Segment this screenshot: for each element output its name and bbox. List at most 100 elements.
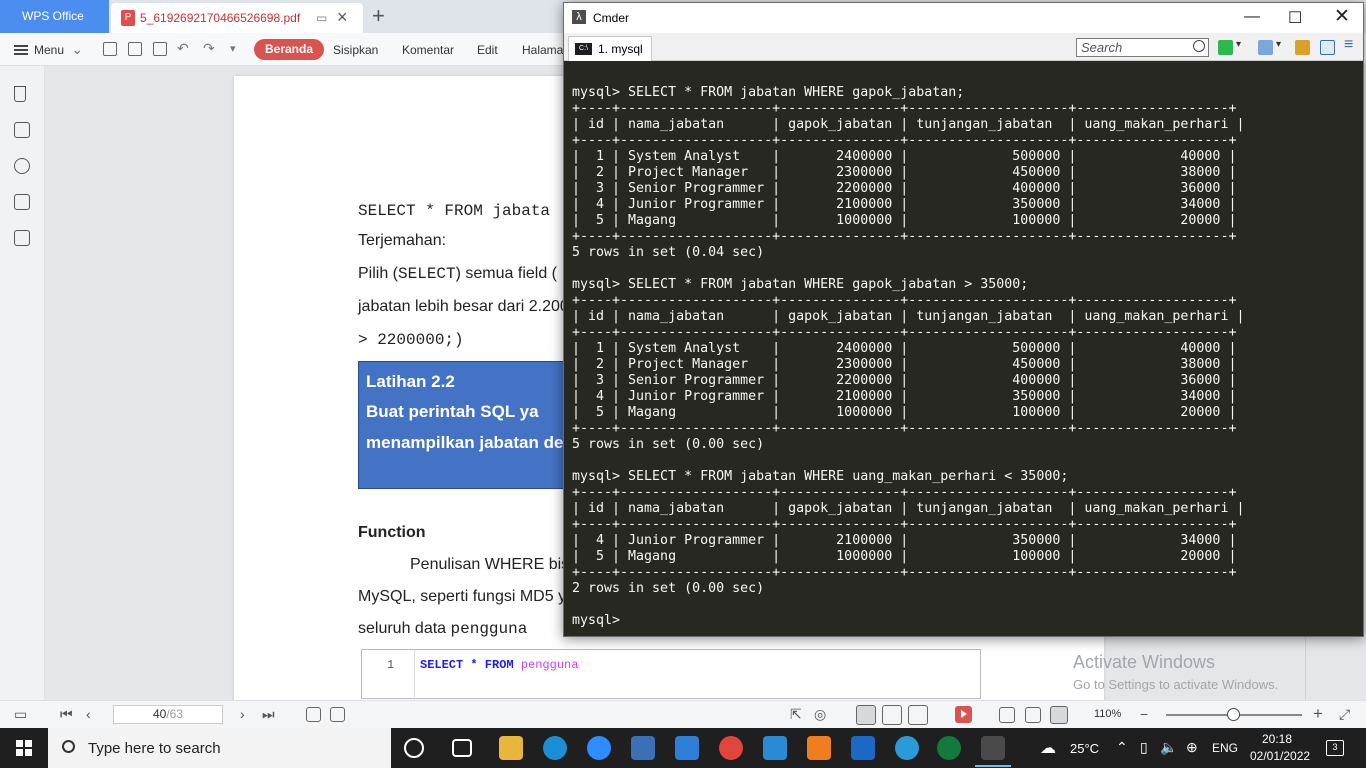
tab-sisipkan[interactable]: Sisipkan <box>333 43 378 57</box>
zoom-app-icon[interactable] <box>587 736 611 760</box>
cmder-search-input[interactable]: Search <box>1076 38 1209 57</box>
page-number-input[interactable]: 40/63 <box>113 705 223 724</box>
new-tab-icon[interactable]: + <box>372 3 385 29</box>
cortana-icon[interactable] <box>404 738 424 758</box>
messenger-icon[interactable] <box>895 736 919 760</box>
battery-icon[interactable]: ▯ <box>1140 739 1148 756</box>
tab-komentar[interactable]: Komentar <box>402 43 454 57</box>
next-page-icon[interactable]: › <box>240 706 245 722</box>
close-button[interactable]: ✕ <box>1334 5 1350 28</box>
zoom-out-icon[interactable]: − <box>1140 706 1148 722</box>
wps-home-tab[interactable]: WPS Office <box>0 0 109 33</box>
thumbnail-icon[interactable] <box>14 122 30 138</box>
terminal-output[interactable]: mysql> SELECT * FROM jabatan WHERE gapok… <box>564 62 1363 636</box>
minimize-button[interactable]: — <box>1244 8 1260 26</box>
attachment-icon[interactable] <box>14 158 30 174</box>
vscode-icon[interactable] <box>763 736 787 760</box>
pdf-document-tab[interactable]: P 5_6192692170466526698.pdf ▭ × <box>111 3 363 33</box>
cmder-menu-icon[interactable]: ≡ <box>1344 36 1353 54</box>
tab-beranda[interactable]: Beranda <box>254 39 325 60</box>
clock-date[interactable]: 02/01/2022 <box>1250 749 1310 763</box>
undo-icon[interactable]: ↶ <box>177 40 189 57</box>
first-page-icon[interactable]: ⏮ <box>60 706 73 723</box>
edge-icon[interactable] <box>543 736 567 760</box>
window-list-icon[interactable] <box>1258 40 1273 55</box>
tab-edit[interactable]: Edit <box>477 43 498 57</box>
save-icon[interactable] <box>128 42 142 56</box>
function-heading: Function <box>358 524 426 541</box>
fit-width-icon[interactable] <box>1050 706 1068 724</box>
latihan-line-1: Buat perintah SQL ya <box>366 402 539 421</box>
tab-mysql[interactable]: C:\ 1. mysql <box>568 36 652 61</box>
menu-label: Menu <box>34 43 65 57</box>
zoom-slider-handle[interactable] <box>1227 708 1240 721</box>
quick-access-dropdown-icon[interactable]: ▾ <box>230 42 236 55</box>
single-page-view-icon[interactable] <box>882 705 902 725</box>
show-hidden-icons-icon[interactable]: ⌃ <box>1116 739 1128 756</box>
search-icon[interactable] <box>1193 40 1205 52</box>
new-console-dropdown-icon[interactable]: ▾ <box>1236 39 1241 50</box>
chrome-icon[interactable] <box>719 736 743 760</box>
paragraph-line-3: seluruh data pengguna <box>358 620 527 638</box>
extract-icon[interactable] <box>14 230 30 246</box>
weather-temperature[interactable]: 25°C <box>1070 741 1099 756</box>
print-icon[interactable] <box>153 42 167 56</box>
open-folder-icon[interactable] <box>103 42 117 56</box>
zoom-in-icon[interactable]: + <box>1313 704 1323 724</box>
network-icon[interactable]: ⊕ <box>1186 739 1198 756</box>
two-page-view-icon[interactable] <box>908 705 928 725</box>
clock-time[interactable]: 20:18 <box>1262 732 1292 746</box>
signature-icon[interactable] <box>14 194 30 210</box>
microsoft-store-icon[interactable] <box>631 736 655 760</box>
play-slideshow-icon[interactable] <box>955 706 972 723</box>
lambda-icon: λ <box>572 10 586 24</box>
file-explorer-icon[interactable] <box>499 736 523 760</box>
menu-button[interactable]: Menu ⌄ <box>14 41 83 58</box>
insert-page-icon[interactable] <box>330 707 345 722</box>
cmder-taskbar-icon[interactable] <box>975 736 1011 767</box>
navigation-pane-icon[interactable]: ▭ <box>14 706 27 723</box>
bookmark-icon[interactable] <box>14 86 26 102</box>
zoom-level[interactable]: 110% <box>1094 708 1121 720</box>
previous-page-icon[interactable]: ‹ <box>86 706 91 722</box>
hamburger-icon <box>14 45 28 55</box>
code-table-name: pengguna <box>520 658 579 672</box>
add-page-icon[interactable] <box>306 707 321 722</box>
eye-protect-icon[interactable]: ◎ <box>814 706 826 723</box>
cmder-title: Cmder <box>593 11 630 25</box>
taskbar-search-box[interactable]: Type here to search <box>48 728 391 768</box>
cmder-window[interactable]: λ Cmder — ☐ ✕ C:\ 1. mysql Search ▾ ▾ ≡ … <box>563 2 1364 637</box>
code-keywords: SELECT * FROM <box>420 658 521 672</box>
notification-center-icon[interactable]: 3 <box>1326 740 1344 756</box>
volume-icon[interactable]: 🔈 <box>1160 739 1177 756</box>
query-line: SELECT * FROM jabata <box>358 202 551 220</box>
continuous-view-icon[interactable] <box>856 705 876 725</box>
close-tab-icon[interactable]: × <box>337 7 348 28</box>
tab-pin-icon[interactable]: ▭ <box>316 11 327 25</box>
last-page-icon[interactable]: ⏭ <box>262 706 275 723</box>
windows-start-icon[interactable] <box>16 740 32 756</box>
search-icon <box>62 740 75 753</box>
wps-writer-icon[interactable] <box>851 736 875 760</box>
maximize-button[interactable]: ☐ <box>1288 8 1302 28</box>
fullscreen-icon[interactable]: ⤢ <box>1339 706 1350 723</box>
language-indicator[interactable]: ENG <box>1212 741 1238 755</box>
cmder-title-bar[interactable]: λ Cmder — ☐ ✕ <box>564 3 1363 33</box>
redo-icon[interactable]: ↷ <box>203 40 215 57</box>
export-icon[interactable]: ⇱ <box>790 706 802 723</box>
weather-icon[interactable]: ☁ <box>1040 738 1056 758</box>
new-console-icon[interactable] <box>1218 40 1233 55</box>
window-list-dropdown-icon[interactable]: ▾ <box>1276 39 1281 50</box>
pilih-line: Pilih (SELECT) semua field ( <box>358 265 557 283</box>
task-view-icon[interactable] <box>452 739 472 757</box>
mail-icon[interactable] <box>675 736 699 760</box>
split-view-icon[interactable] <box>1320 40 1335 55</box>
xampp-icon[interactable] <box>807 736 831 760</box>
cmder-tab-bar: C:\ 1. mysql Search ▾ ▾ ≡ <box>564 33 1363 61</box>
activate-windows-watermark: Activate Windows Go to Settings to activ… <box>1073 652 1278 692</box>
actual-size-icon[interactable] <box>999 707 1015 723</box>
heidisql-icon[interactable] <box>937 736 961 760</box>
fit-page-icon[interactable] <box>1025 707 1041 723</box>
total-pages: /63 <box>166 707 184 721</box>
lock-icon[interactable] <box>1295 40 1310 55</box>
